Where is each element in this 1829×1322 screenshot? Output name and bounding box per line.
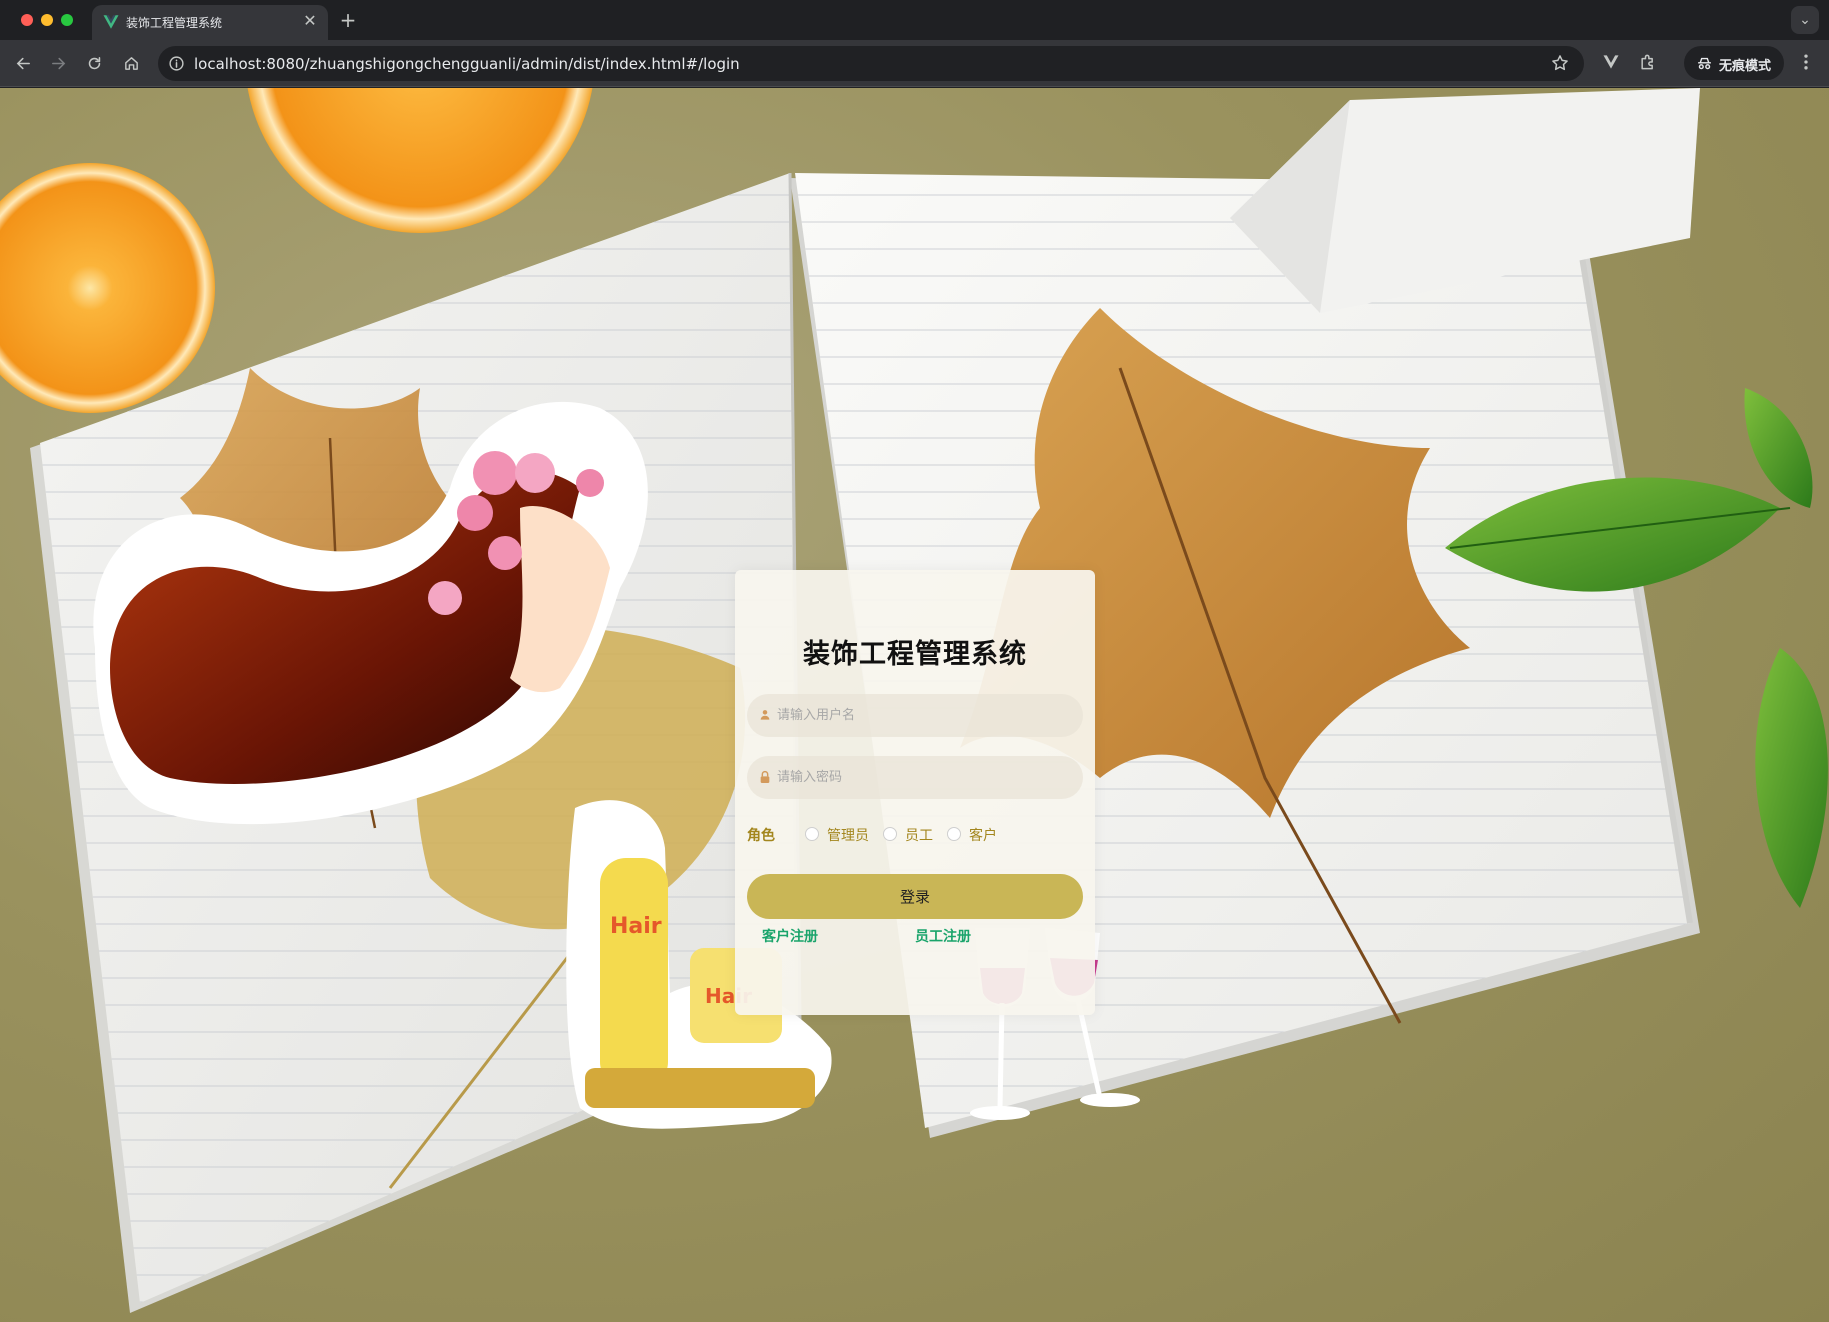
incognito-label: 无痕模式 <box>1719 59 1772 74</box>
home-icon <box>124 56 138 70</box>
back-button[interactable] <box>10 50 36 76</box>
tab-search-chevron-icon[interactable]: ⌄ <box>1791 6 1819 34</box>
password-field[interactable] <box>747 756 1083 799</box>
reload-icon <box>88 56 100 69</box>
role-label-staff[interactable]: 员工 <box>905 825 933 845</box>
tab-title: 装饰工程管理系统 <box>126 16 223 30</box>
puzzle-icon[interactable] <box>1638 52 1658 72</box>
vue-devtools-icon[interactable] <box>1601 52 1621 72</box>
login-page: Hair Hair 装饰工程管理系统 角色 <box>0 88 1829 1322</box>
url-text[interactable]: localhost:8080/zhuangshigongchengguanli/… <box>194 55 740 73</box>
svg-text:Hair: Hair <box>610 914 662 939</box>
user-icon <box>760 710 770 720</box>
lock-icon <box>760 771 770 783</box>
role-label-customer[interactable]: 客户 <box>969 825 997 845</box>
star-icon[interactable] <box>1550 53 1570 73</box>
login-button[interactable]: 登录 <box>747 874 1083 919</box>
kebab-icon[interactable] <box>1796 52 1816 72</box>
minimize-window-button[interactable] <box>41 14 53 26</box>
username-field[interactable] <box>747 694 1083 737</box>
register-customer-link[interactable]: 客户注册 <box>762 926 818 946</box>
forward-button[interactable] <box>45 50 71 76</box>
maximize-window-button[interactable] <box>61 14 73 26</box>
login-card: 装饰工程管理系统 角色 管理员 员工 客户 登录 客户注册 <box>735 570 1095 1015</box>
new-tab-button[interactable]: + <box>336 8 360 32</box>
browser-tab-bar: 装饰工程管理系统 ✕ + ⌄ <box>0 0 1829 40</box>
browser-toolbar: localhost:8080/zhuangshigongchengguanli/… <box>0 40 1829 87</box>
reload-button[interactable] <box>81 50 107 76</box>
incognito-indicator[interactable]: 无痕模式 <box>1684 46 1784 80</box>
home-button[interactable] <box>118 50 144 76</box>
close-window-button[interactable] <box>21 14 33 26</box>
username-input[interactable] <box>777 694 1067 737</box>
arrow-left-icon <box>16 57 30 69</box>
login-title: 装饰工程管理系统 <box>803 639 1027 670</box>
role-label-admin[interactable]: 管理员 <box>827 825 869 845</box>
arrow-right-icon <box>51 57 65 69</box>
vue-favicon-icon <box>103 15 119 29</box>
register-staff-link[interactable]: 员工注册 <box>915 926 971 946</box>
role-radio-staff[interactable] <box>883 827 897 841</box>
role-selector: 角色 管理员 员工 客户 <box>747 824 1083 844</box>
browser-tab[interactable]: 装饰工程管理系统 ✕ <box>92 5 328 40</box>
info-icon[interactable] <box>168 55 185 72</box>
role-label: 角色 <box>747 828 775 844</box>
incognito-icon <box>1698 57 1711 70</box>
tab-close-icon[interactable]: ✕ <box>300 11 320 31</box>
role-radio-customer[interactable] <box>947 827 961 841</box>
password-input[interactable] <box>777 756 1067 799</box>
role-radio-admin[interactable] <box>805 827 819 841</box>
address-bar[interactable]: localhost:8080/zhuangshigongchengguanli/… <box>158 46 1584 81</box>
